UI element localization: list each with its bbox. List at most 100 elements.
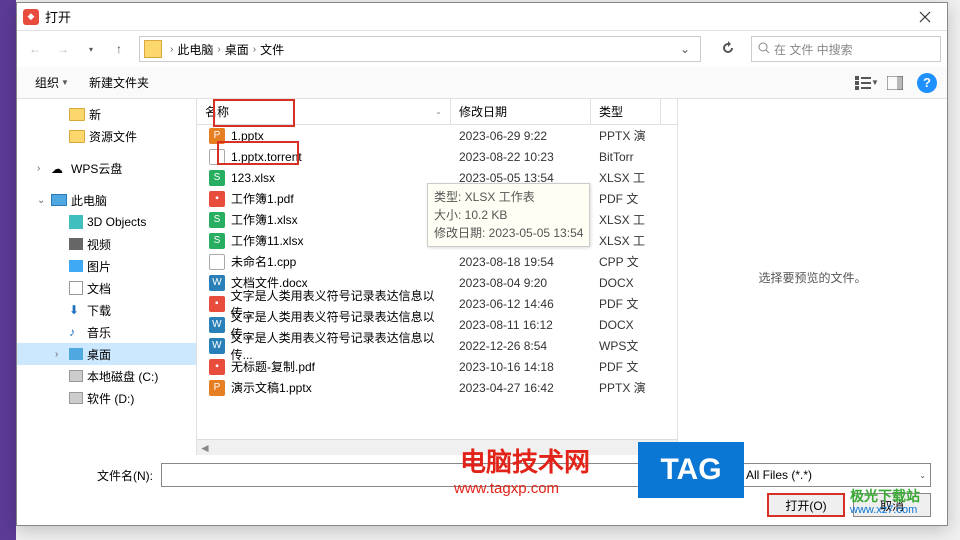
file-row[interactable]: P演示文稿1.pptx2023-04-27 16:42PPTX 演 <box>197 377 677 398</box>
newfolder-button[interactable]: 新建文件夹 <box>81 71 157 94</box>
tree-caret-icon: › <box>37 163 47 174</box>
open-button[interactable]: 打开(O) <box>767 493 845 517</box>
file-date: 2023-04-27 16:42 <box>451 381 591 395</box>
breadcrumb-p2[interactable]: 文件 <box>260 41 284 58</box>
file-date: 2022-12-26 8:54 <box>451 339 591 353</box>
file-name-label: 123.xlsx <box>231 171 275 185</box>
horizontal-scrollbar[interactable]: ◄ ► <box>197 439 677 455</box>
file-type: BitTorr <box>591 150 661 164</box>
sidebar-item[interactable]: 资源文件 <box>17 125 196 147</box>
scroll-right-icon[interactable]: ► <box>661 441 677 455</box>
sidebar-item-label: 本地磁盘 (C:) <box>87 368 158 385</box>
file-row[interactable]: 1.pptx.torrent2023-08-22 10:23BitTorr <box>197 146 677 167</box>
file-row[interactable]: W文字是人类用表义符号记录表达信息以传...2022-12-26 8:54WPS… <box>197 335 677 356</box>
sidebar-item[interactable]: 文档 <box>17 277 196 299</box>
sidebar-item-label: 下载 <box>87 302 111 319</box>
file-date: 2023-10-16 14:18 <box>451 360 591 374</box>
sidebar-item-label: 视频 <box>87 236 111 253</box>
file-type: DOCX <box>591 318 661 332</box>
list-view-icon <box>855 76 871 90</box>
close-button[interactable] <box>909 7 941 27</box>
header-type[interactable]: 类型 <box>591 99 661 124</box>
drive-icon <box>69 370 83 382</box>
sidebar-item-label: 图片 <box>87 258 111 275</box>
folder-icon <box>144 40 162 58</box>
search-input[interactable]: 在 文件 中搜索 <box>751 36 941 62</box>
sidebar-item[interactable]: 本地磁盘 (C:) <box>17 365 196 387</box>
sidebar-item[interactable]: 软件 (D:) <box>17 387 196 409</box>
cloud-icon: ☁ <box>51 162 67 174</box>
preview-icon <box>887 76 903 90</box>
file-type: XLSX 工 <box>591 211 661 228</box>
file-name-label: 工作簿1.pdf <box>231 190 294 207</box>
close-icon <box>919 11 931 23</box>
breadcrumb-root[interactable]: 此电脑 <box>177 41 213 58</box>
sidebar-item[interactable]: ⬇下载 <box>17 299 196 321</box>
view-mode-button[interactable]: ▼ <box>855 71 879 95</box>
file-tooltip: 类型: XLSX 工作表 大小: 10.2 KB 修改日期: 2023-05-0… <box>427 183 590 247</box>
file-name-label: 演示文稿1.pptx <box>231 379 312 396</box>
sidebar-item-label: WPS云盘 <box>71 160 122 177</box>
filename-input[interactable] <box>161 463 733 487</box>
recent-dropdown[interactable]: ▾ <box>79 37 103 61</box>
sidebar-item[interactable]: 视频 <box>17 233 196 255</box>
file-type: CPP 文 <box>591 253 661 270</box>
nav-bar: ← → ▾ ↑ › 此电脑 › 桌面 › 文件 ⌄ 在 文件 中搜索 <box>17 31 947 67</box>
footer: 文件名(N): All Files (*.*) ⌄ 打开(O) 取消 <box>17 455 947 525</box>
file-type-icon: S <box>209 170 225 186</box>
file-name-label: 工作簿11.xlsx <box>231 232 303 249</box>
file-row[interactable]: ▪无标题-复制.pdf2023-10-16 14:18PDF 文 <box>197 356 677 377</box>
app-icon: ◆ <box>23 9 39 25</box>
forward-button[interactable]: → <box>51 37 75 61</box>
up-button[interactable]: ↑ <box>107 37 131 61</box>
file-type-icon: ▪ <box>209 359 225 375</box>
music-icon: ♪ <box>69 325 83 339</box>
sidebar-item[interactable]: 3D Objects <box>17 211 196 233</box>
file-type: PPTX 演 <box>591 379 661 396</box>
scroll-left-icon[interactable]: ◄ <box>197 441 213 455</box>
sidebar-item[interactable]: 新 <box>17 103 196 125</box>
sidebar[interactable]: 新资源文件 › ☁ WPS云盘 ⌄此电脑3D Objects 视频图片文档⬇下载♪音乐›桌… <box>17 99 197 455</box>
file-name-label: 未命名1.cpp <box>231 253 296 270</box>
header-name[interactable]: 名称 ⌄ <box>197 99 451 124</box>
file-filter-select[interactable]: All Files (*.*) ⌄ <box>741 463 931 487</box>
file-date: 2023-08-22 10:23 <box>451 150 591 164</box>
sidebar-item[interactable]: ♪音乐 <box>17 321 196 343</box>
sidebar-item[interactable]: 图片 <box>17 255 196 277</box>
file-name-label: 工作簿1.xlsx <box>231 211 298 228</box>
breadcrumb-p1[interactable]: 桌面 <box>225 41 249 58</box>
file-type-icon: W <box>209 338 225 354</box>
sidebar-item[interactable]: ›桌面 <box>17 343 196 365</box>
chevron-down-icon: ▼ <box>61 78 69 87</box>
dialog-title: 打开 <box>45 7 909 26</box>
file-type: XLSX 工 <box>591 232 661 249</box>
sidebar-item-label: 软件 (D:) <box>87 390 134 407</box>
preview-pane-button[interactable] <box>883 71 907 95</box>
cancel-button[interactable]: 取消 <box>853 493 931 517</box>
file-row[interactable]: P1.pptx2023-06-29 9:22PPTX 演 <box>197 125 677 146</box>
breadcrumb[interactable]: › 此电脑 › 桌面 › 文件 ⌄ <box>139 36 701 62</box>
folder-icon <box>69 130 85 143</box>
video-icon <box>69 238 83 250</box>
organize-button[interactable]: 组织▼ <box>27 71 77 94</box>
file-date: 2023-06-12 14:46 <box>451 297 591 311</box>
sidebar-item[interactable]: › ☁ WPS云盘 <box>17 157 196 179</box>
sidebar-item[interactable]: ⌄此电脑 <box>17 189 196 211</box>
file-type: PDF 文 <box>591 358 661 375</box>
file-type: PPTX 演 <box>591 127 661 144</box>
body-area: 新资源文件 › ☁ WPS云盘 ⌄此电脑3D Objects 视频图片文档⬇下载♪音乐›桌… <box>17 99 947 455</box>
file-type-icon: P <box>209 128 225 144</box>
sort-dropdown-icon: ⌄ <box>435 107 442 116</box>
back-button[interactable]: ← <box>23 37 47 61</box>
open-dialog: ◆ 打开 ← → ▾ ↑ › 此电脑 › 桌面 › 文件 ⌄ 在 文件 中搜索 <box>16 2 948 526</box>
header-date[interactable]: 修改日期 <box>451 99 591 124</box>
file-type: XLSX 工 <box>591 169 661 186</box>
help-button[interactable]: ? <box>917 73 937 93</box>
breadcrumb-dropdown[interactable]: ⌄ <box>674 42 696 56</box>
file-type: PDF 文 <box>591 190 661 207</box>
file-row[interactable]: 未命名1.cpp2023-08-18 19:54CPP 文 <box>197 251 677 272</box>
desk-icon <box>69 348 83 360</box>
file-rows[interactable]: P1.pptx2023-06-29 9:22PPTX 演1.pptx.torre… <box>197 125 677 439</box>
refresh-button[interactable] <box>713 41 743 58</box>
chevron-right-icon: › <box>166 44 177 55</box>
